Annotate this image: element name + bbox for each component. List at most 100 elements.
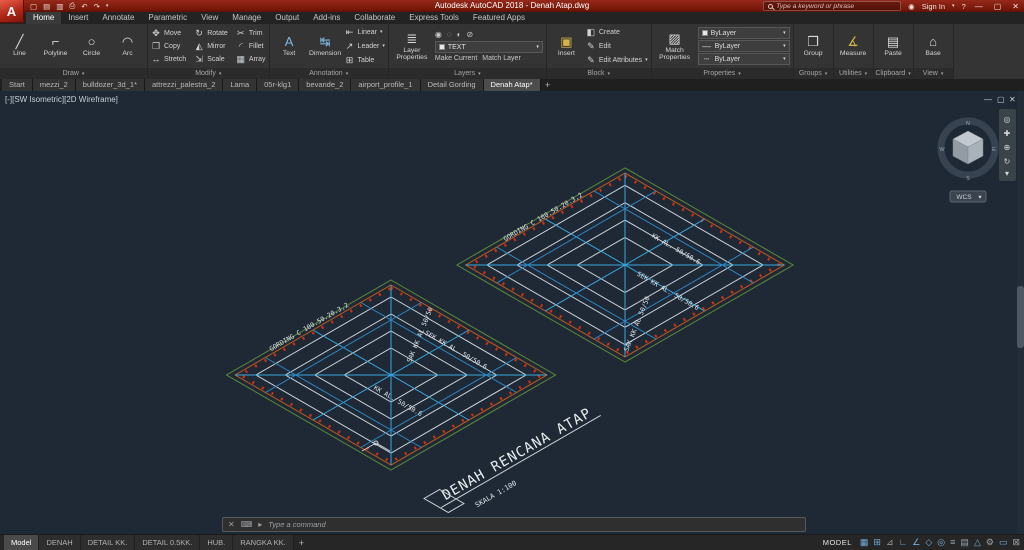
- scale-button[interactable]: ⇲Scale: [194, 53, 228, 66]
- compass-west-label[interactable]: W: [939, 147, 945, 153]
- save-icon[interactable]: ▥: [56, 2, 63, 11]
- layout-tab-detail-kk[interactable]: DETAIL KK.: [81, 535, 136, 550]
- table-button[interactable]: ⊞Table: [345, 54, 385, 67]
- panel-label-block[interactable]: Block ▾: [547, 68, 651, 79]
- array-button[interactable]: ▦Array: [236, 53, 266, 66]
- ribbon-tab-featured-apps[interactable]: Featured Apps: [466, 12, 532, 24]
- new-layout-button[interactable]: +: [294, 535, 309, 550]
- file-tab[interactable]: Lama: [223, 79, 257, 91]
- model-space-canvas[interactable]: [-][SW Isometric][2D Wireframe] — ▢ ✕: [0, 91, 1024, 534]
- ribbon-tab-output[interactable]: Output: [268, 12, 306, 24]
- undo-icon[interactable]: ↶: [81, 2, 87, 11]
- panel-label-clipboard[interactable]: Clipboard ▾: [874, 68, 913, 79]
- panel-label-modify[interactable]: Modify ▾: [148, 68, 269, 79]
- panel-label-draw[interactable]: Draw ▾: [0, 68, 147, 79]
- color-dropdown[interactable]: ByLayer ▾: [698, 27, 790, 39]
- dimension-button[interactable]: ↹ Dimension: [309, 25, 342, 67]
- panel-label-groups[interactable]: Groups ▾: [794, 68, 833, 79]
- panel-label-utilities[interactable]: Utilities ▾: [834, 68, 873, 79]
- signin-dropdown-icon[interactable]: ▾: [952, 3, 955, 9]
- base-button[interactable]: ⌂ Base: [917, 25, 950, 67]
- compass-south-label[interactable]: S: [966, 176, 970, 182]
- layer-lock-icon[interactable]: ◐: [457, 30, 462, 39]
- object-snap-icon[interactable]: ◎: [937, 538, 945, 547]
- ribbon-tab-annotate[interactable]: Annotate: [95, 12, 141, 24]
- arc-button[interactable]: ◠ Arc: [111, 25, 144, 67]
- panel-label-view[interactable]: View ▾: [914, 68, 953, 79]
- file-tab[interactable]: 05r-klg1: [257, 79, 299, 91]
- paste-button[interactable]: ▤ Paste: [877, 25, 910, 67]
- layer-isolate-icon[interactable]: ⊘: [466, 30, 473, 39]
- drawing-svg[interactable]: [-][SW Isometric][2D Wireframe] — ▢ ✕: [0, 91, 1024, 534]
- linetype-dropdown[interactable]: ┄ ByLayer ▾: [698, 53, 790, 65]
- fillet-button[interactable]: ◜Fillet: [236, 40, 266, 53]
- transparency-icon[interactable]: ▤: [960, 538, 969, 547]
- file-tab-active[interactable]: Denah Atap*: [484, 79, 541, 91]
- rotate-button[interactable]: ↻Rotate: [194, 27, 228, 40]
- ribbon-tab-insert[interactable]: Insert: [61, 12, 95, 24]
- zoom-extents-icon[interactable]: ⊕: [1004, 143, 1011, 152]
- ribbon-tab-home[interactable]: Home: [26, 12, 61, 24]
- navbar-more-icon[interactable]: ▾: [1005, 169, 1009, 178]
- mirror-button[interactable]: ◭Mirror: [194, 40, 228, 53]
- command-input[interactable]: Type a command: [268, 520, 325, 529]
- lineweight-icon[interactable]: ≡: [950, 538, 955, 547]
- measure-button[interactable]: ∡ Measure: [837, 25, 870, 67]
- panel-label-properties[interactable]: Properties ▾: [652, 68, 793, 79]
- insert-button[interactable]: ▣ Insert: [550, 25, 583, 67]
- match-layer-button[interactable]: Match Layer: [482, 55, 521, 62]
- viewcube[interactable]: N E S W: [939, 121, 996, 182]
- layer-properties-button[interactable]: ≣ Layer Properties: [392, 25, 432, 67]
- snap-mode-icon[interactable]: ⊞: [873, 538, 881, 547]
- create-block-button[interactable]: ◧Create: [586, 26, 648, 39]
- group-button[interactable]: ❒ Group: [797, 25, 830, 67]
- ribbon-tab-express-tools[interactable]: Express Tools: [402, 12, 466, 24]
- layer-freeze-icon[interactable]: ◌: [447, 30, 452, 39]
- navigation-bar[interactable]: ◎ ✚ ⊕ ↻ ▾: [999, 109, 1016, 181]
- ribbon-tab-view[interactable]: View: [194, 12, 225, 24]
- annotation-monitor-icon[interactable]: ▭: [999, 538, 1008, 547]
- edit-attributes-button[interactable]: ✎Edit Attributes▾: [586, 54, 648, 67]
- polar-tracking-icon[interactable]: ∠: [912, 538, 920, 547]
- restore-button[interactable]: ▢: [992, 2, 1004, 11]
- text-button[interactable]: A Text: [273, 25, 306, 67]
- workspace-icon[interactable]: ⚙: [986, 538, 994, 547]
- minimize-button[interactable]: —: [973, 2, 985, 11]
- redo-icon[interactable]: ↷: [94, 2, 100, 11]
- match-properties-button[interactable]: ▨ Match Properties: [655, 25, 695, 67]
- layout-tab-hub[interactable]: HUB.: [200, 535, 233, 550]
- copy-button[interactable]: ❐Copy: [151, 40, 186, 53]
- edit-block-button[interactable]: ✎Edit: [586, 40, 648, 53]
- layout-tab-denah[interactable]: DENAH: [39, 535, 80, 550]
- file-tab[interactable]: attrezzi_palestra_2: [145, 79, 223, 91]
- layer-on-icon[interactable]: ◉: [435, 30, 442, 39]
- leader-button[interactable]: ↗Leader▾: [345, 40, 385, 53]
- file-tab-start[interactable]: Start: [2, 79, 33, 91]
- trim-button[interactable]: ✂Trim: [236, 27, 266, 40]
- ribbon-tab-collaborate[interactable]: Collaborate: [347, 12, 402, 24]
- file-tab[interactable]: bevande_2: [299, 79, 351, 91]
- command-close-icon[interactable]: ✕: [228, 520, 235, 529]
- model-space-label[interactable]: MODEL: [823, 538, 852, 547]
- ribbon-tab-manage[interactable]: Manage: [225, 12, 268, 24]
- label-gording-2[interactable]: GORDING C 100.50.20.3,2: [502, 191, 584, 243]
- steering-wheel-icon[interactable]: ◎: [1004, 115, 1011, 124]
- file-tab[interactable]: bulldozer_3d_1*: [76, 79, 145, 91]
- layer-dropdown[interactable]: TEXT ▾: [435, 41, 543, 53]
- make-current-button[interactable]: Make Current: [435, 55, 477, 62]
- qat-dropdown-icon[interactable]: ▾: [106, 3, 109, 9]
- search-box[interactable]: Type a keyword or phrase: [763, 1, 901, 11]
- doc-restore-button[interactable]: ▢: [997, 95, 1005, 104]
- customize-keyboard-icon[interactable]: ⌨: [241, 520, 253, 529]
- file-tab[interactable]: mezzi_2: [33, 79, 76, 91]
- viewport-controls[interactable]: [-][SW Isometric][2D Wireframe]: [5, 95, 118, 104]
- drawing-title[interactable]: DENAH RENCANA ATAP: [433, 402, 600, 508]
- autocad-logo-icon[interactable]: A: [0, 0, 24, 23]
- lineweight-dropdown[interactable]: — ByLayer ▾: [698, 40, 790, 52]
- circle-button[interactable]: ○ Circle: [75, 25, 108, 67]
- help-icon[interactable]: ?: [962, 2, 966, 11]
- move-button[interactable]: ✥Move: [151, 27, 186, 40]
- open-file-icon[interactable]: ▤: [43, 2, 50, 11]
- command-line[interactable]: ✕ ⌨ ▸ Type a command: [222, 517, 806, 532]
- compass-north-label[interactable]: N: [966, 121, 970, 127]
